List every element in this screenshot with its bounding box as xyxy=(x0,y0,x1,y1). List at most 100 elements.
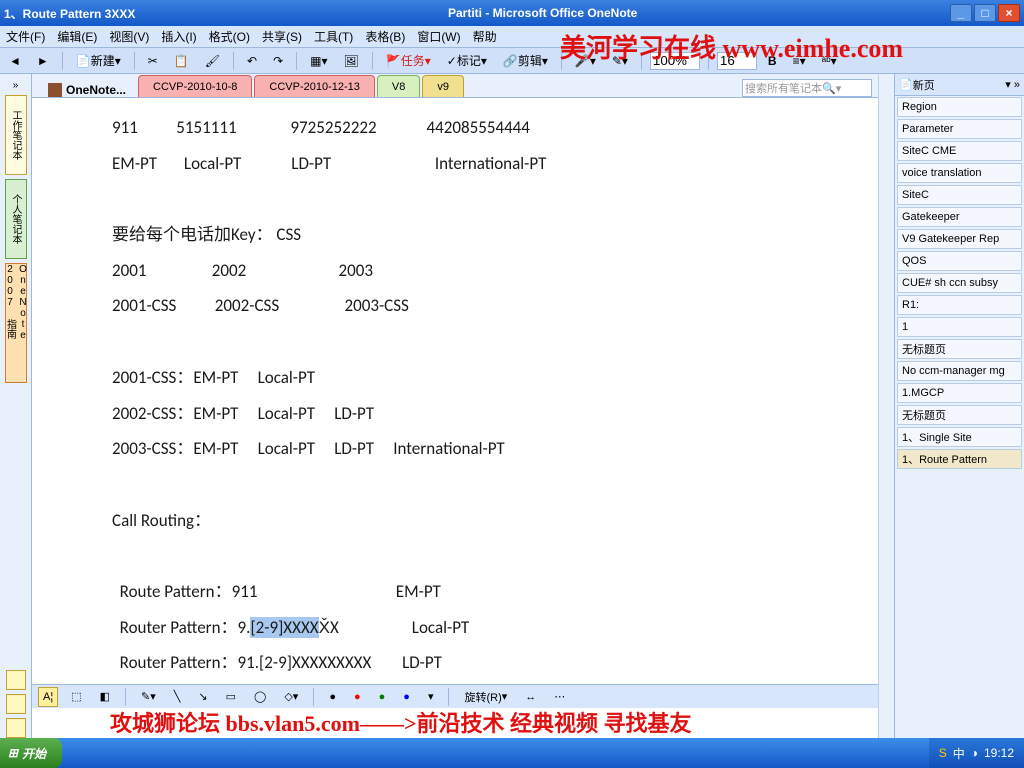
tag-button[interactable]: ✓标记▾ xyxy=(442,51,492,71)
tab-ccvp2[interactable]: CCVP-2010-12-13 xyxy=(254,75,375,97)
notebook-tab-work[interactable]: 工作笔记本 xyxy=(5,95,27,175)
page-list-pane: 📄新页 ▾ » Region Parameter SiteC CME voice… xyxy=(894,74,1024,738)
forward-button[interactable]: ► xyxy=(32,51,54,71)
undo-icon[interactable]: ↶ xyxy=(242,51,262,71)
arrow-tool-icon[interactable]: ↘ xyxy=(193,687,212,707)
page-item-active[interactable]: 1、Route Pattern xyxy=(897,449,1022,469)
selected-text: [2-9]XXXX xyxy=(250,617,318,638)
note-content[interactable]: 911 5151111 9725252222 442085554444 EM-P… xyxy=(112,110,848,738)
menu-edit[interactable]: 编辑(E) xyxy=(57,28,97,45)
tray-icon2[interactable]: ◑ xyxy=(971,746,978,760)
color-green-icon[interactable]: ● xyxy=(374,687,391,707)
rect-tool-icon[interactable]: ▭ xyxy=(221,687,241,707)
tab-v9[interactable]: v9 xyxy=(422,75,464,97)
redo-icon[interactable]: ↷ xyxy=(268,51,288,71)
tab-ccvp1[interactable]: CCVP-2010-10-8 xyxy=(138,75,252,97)
more-icon[interactable]: ⋯ xyxy=(549,687,570,707)
window-buttons: _ □ × xyxy=(950,4,1020,22)
page-item[interactable]: QOS xyxy=(897,251,1022,271)
menu-file[interactable]: 文件(F) xyxy=(6,28,45,45)
main-area: OneNote... CCVP-2010-10-8 CCVP-2010-12-1… xyxy=(32,74,878,738)
page-item[interactable]: V9 Gatekeeper Rep xyxy=(897,229,1022,249)
pen-blue-icon[interactable]: ✎▾ xyxy=(136,687,161,707)
back-button[interactable]: ◄ xyxy=(4,51,26,71)
ellipse-tool-icon[interactable]: ◯ xyxy=(249,687,271,707)
minimize-button[interactable]: _ xyxy=(950,4,972,22)
text-line: 2003-CSS：EM-PT Local-PT LD-PT Internatio… xyxy=(112,431,848,467)
page-item[interactable]: 1、Single Site xyxy=(897,427,1022,447)
task-button[interactable]: 🚩任务▾ xyxy=(381,51,436,71)
notebook-tab-personal[interactable]: 个人笔记本 xyxy=(5,179,27,259)
page-item[interactable]: Region xyxy=(897,97,1022,117)
shapes-icon[interactable]: ◇▾ xyxy=(279,687,303,707)
ime-icon[interactable]: 中 xyxy=(953,745,965,762)
page-item[interactable]: 无标题页 xyxy=(897,339,1022,359)
menu-table[interactable]: 表格(B) xyxy=(365,28,405,45)
page-item[interactable]: 1 xyxy=(897,317,1022,337)
maximize-button[interactable]: □ xyxy=(974,4,996,22)
menu-tools[interactable]: 工具(T) xyxy=(314,28,353,45)
tray-icon[interactable]: S xyxy=(939,746,947,760)
separator xyxy=(372,52,373,70)
table-icon[interactable]: ▦▾ xyxy=(305,51,332,71)
separator xyxy=(62,52,63,70)
start-button[interactable]: ⊞ 开始 xyxy=(0,738,62,768)
close-button[interactable]: × xyxy=(998,4,1020,22)
unfiled-notes-icon[interactable] xyxy=(6,670,26,690)
search-input[interactable]: 搜索所有笔记本 🔍▾ xyxy=(742,79,872,97)
drawing-toolbar: A¦ ⬚ ◧ ✎▾ ╲ ↘ ▭ ◯ ◇▾ ● ● ● ● ▾ 旋转(R)▾ ↔ … xyxy=(32,684,878,708)
color-black-icon[interactable]: ● xyxy=(324,687,341,707)
image-icon[interactable]: 🖼 xyxy=(339,51,364,71)
section-tabs: OneNote... CCVP-2010-10-8 CCVP-2010-12-1… xyxy=(32,74,878,98)
expand-strip-icon[interactable]: » xyxy=(13,80,19,91)
new-page-button[interactable]: 📄新页 ▾ » xyxy=(895,74,1024,96)
title-left: 1、Route Pattern 3XXX xyxy=(4,5,135,22)
page-canvas[interactable]: 911 5151111 9725252222 442085554444 EM-P… xyxy=(32,98,878,738)
cut-icon[interactable]: ✂ xyxy=(143,51,163,71)
notebook-name[interactable]: OneNote... xyxy=(38,83,136,97)
taskbar: ⊞ 开始 S S 中 少 中 ◑ 19:12 xyxy=(0,738,1024,768)
page-item[interactable]: SiteC xyxy=(897,185,1022,205)
space-icon[interactable]: ↔ xyxy=(520,687,541,707)
lasso-tool-icon[interactable]: ⬚ xyxy=(66,687,86,707)
page-item[interactable]: SiteC CME xyxy=(897,141,1022,161)
clock[interactable]: 19:12 xyxy=(984,746,1014,760)
menu-window[interactable]: 窗口(W) xyxy=(417,28,460,45)
menu-view[interactable]: 视图(V) xyxy=(109,28,149,45)
new-button[interactable]: 📄新建▾ xyxy=(71,51,126,71)
page-item[interactable]: voice translation xyxy=(897,163,1022,183)
menu-insert[interactable]: 插入(I) xyxy=(161,28,196,45)
text-line: 要给每个电话加Key： CSS xyxy=(112,217,848,253)
color-blue-icon[interactable]: ● xyxy=(398,687,415,707)
notebook-icon xyxy=(48,83,62,97)
format-painter-icon[interactable]: 🖌 xyxy=(200,51,225,71)
page-item[interactable]: Gatekeeper xyxy=(897,207,1022,227)
page-item[interactable]: 1.MGCP xyxy=(897,383,1022,403)
text-tool-icon[interactable]: A¦ xyxy=(38,687,58,707)
page-item[interactable]: 无标题页 xyxy=(897,405,1022,425)
color-red-icon[interactable]: ● xyxy=(349,687,366,707)
page-item[interactable]: CUE# sh ccn subsy xyxy=(897,273,1022,293)
line-tool-icon[interactable]: ╲ xyxy=(169,687,186,707)
menu-share[interactable]: 共享(S) xyxy=(262,28,302,45)
menu-help[interactable]: 帮助 xyxy=(473,28,497,45)
titlebar: 1、Route Pattern 3XXX Partiti - Microsoft… xyxy=(0,0,1024,26)
vertical-scrollbar[interactable] xyxy=(878,74,894,738)
more-colors-icon[interactable]: ▾ xyxy=(423,687,439,707)
misc-icon[interactable] xyxy=(6,718,26,738)
eraser-tool-icon[interactable]: ◧ xyxy=(95,687,115,707)
clip-button[interactable]: 🔗剪辑▾ xyxy=(498,51,553,71)
watermark-bottom: 攻城狮论坛 bbs.vlan5.com——>前沿技术 经典视频 寻找基友 xyxy=(110,706,692,738)
tab-v8[interactable]: V8 xyxy=(377,75,420,97)
trash-icon[interactable] xyxy=(6,694,26,714)
page-item[interactable]: Parameter xyxy=(897,119,1022,139)
text-line: 2002-CSS：EM-PT Local-PT LD-PT xyxy=(112,396,848,432)
notebook-strip: » 工作笔记本 个人笔记本 OneNote 2007 指南 xyxy=(0,74,32,738)
system-tray[interactable]: S S 中 少 中 ◑ 19:12 xyxy=(929,738,1024,768)
page-item[interactable]: No ccm-manager mg xyxy=(897,361,1022,381)
notebook-tab-guide[interactable]: OneNote 2007 指南 xyxy=(5,263,27,383)
page-item[interactable]: R1: xyxy=(897,295,1022,315)
copy-icon[interactable]: 📋 xyxy=(169,51,194,71)
menu-format[interactable]: 格式(O) xyxy=(209,28,250,45)
rotate-button[interactable]: 旋转(R)▾ xyxy=(459,687,512,707)
